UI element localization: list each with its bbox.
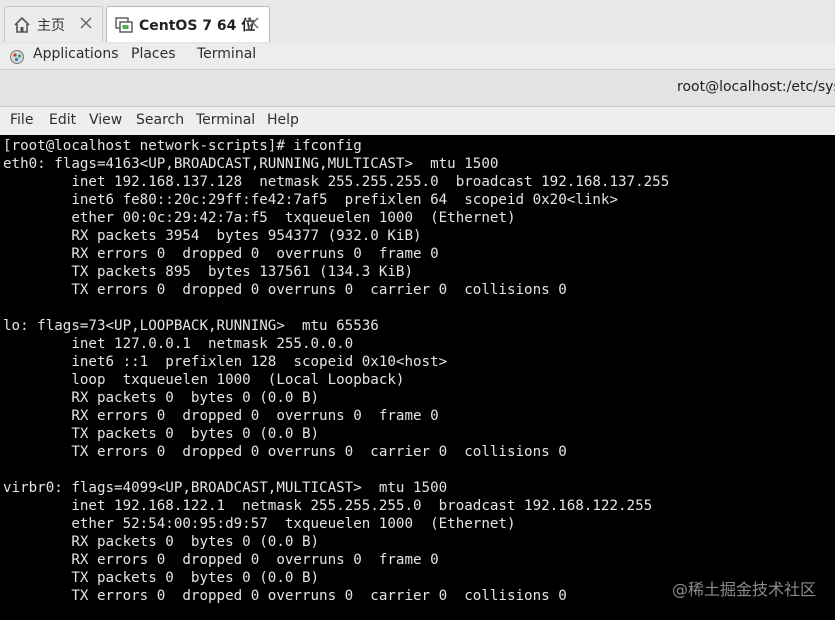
menu-help[interactable]: Help: [267, 112, 299, 128]
host-tab-strip: 主页 CentOS 7 64 位: [0, 0, 835, 45]
terminal-app-menu[interactable]: Terminal: [197, 46, 256, 62]
terminal-line: inet 127.0.0.1 netmask 255.0.0.0: [3, 336, 354, 352]
menu-terminal[interactable]: Terminal: [196, 112, 255, 128]
menu-file[interactable]: File: [10, 112, 33, 128]
terminal-line: RX errors 0 dropped 0 overruns 0 frame 0: [3, 408, 439, 424]
home-icon: [14, 16, 30, 33]
terminal-line: RX packets 0 bytes 0 (0.0 B): [3, 534, 320, 550]
terminal-line: inet6 fe80::20c:29ff:fe42:7af5 prefixlen…: [3, 192, 618, 208]
tab-home[interactable]: 主页: [4, 6, 103, 42]
terminal-line: inet 192.168.137.128 netmask 255.255.255…: [3, 174, 670, 190]
terminal-line: RX errors 0 dropped 0 overruns 0 frame 0: [3, 246, 439, 262]
menu-search[interactable]: Search: [136, 112, 184, 128]
applications-menu[interactable]: Applications: [33, 46, 119, 62]
terminal-output: [root@localhost network-scripts]# ifconf…: [3, 137, 669, 605]
vm-icon: [115, 16, 133, 33]
tab-centos-vm[interactable]: CentOS 7 64 位: [106, 6, 270, 42]
terminal-line: RX packets 3954 bytes 954377 (932.0 KiB): [3, 228, 422, 244]
close-icon[interactable]: [245, 15, 261, 31]
gnome-top-bar: Applications Places Terminal: [0, 44, 835, 70]
terminal-line: RX packets 0 bytes 0 (0.0 B): [3, 390, 320, 406]
terminal-menu-bar: File Edit View Search Terminal Help: [0, 107, 835, 135]
terminal-line: inet6 ::1 prefixlen 128 scopeid 0x10<hos…: [3, 354, 448, 370]
applications-icon: [10, 50, 24, 64]
terminal-line: eth0: flags=4163<UP,BROADCAST,RUNNING,MU…: [3, 156, 499, 172]
terminal-line: virbr0: flags=4099<UP,BROADCAST,MULTICAS…: [3, 480, 448, 496]
terminal-line: [root@localhost network-scripts]# ifconf…: [3, 138, 362, 154]
terminal-line: ether 52:54:00:95:d9:57 txqueuelen 1000 …: [3, 516, 516, 532]
terminal-line: TX packets 0 bytes 0 (0.0 B): [3, 426, 320, 442]
terminal-line: RX errors 0 dropped 0 overruns 0 frame 0: [3, 552, 439, 568]
close-icon[interactable]: [78, 15, 94, 31]
watermark: @稀土掘金技术社区: [671, 580, 816, 599]
window-title: root@localhost:/etc/sys: [677, 79, 835, 95]
menu-edit[interactable]: Edit: [49, 112, 76, 128]
terminal-line: TX errors 0 dropped 0 overruns 0 carrier…: [3, 282, 567, 298]
terminal-line: TX errors 0 dropped 0 overruns 0 carrier…: [3, 444, 567, 460]
terminal-line: ether 00:0c:29:42:7a:f5 txqueuelen 1000 …: [3, 210, 516, 226]
tab-centos-vm-label: CentOS 7 64 位: [139, 17, 256, 34]
terminal-line: TX errors 0 dropped 0 overruns 0 carrier…: [3, 588, 567, 604]
terminal-line: TX packets 0 bytes 0 (0.0 B): [3, 570, 320, 586]
terminal-line: lo: flags=73<UP,LOOPBACK,RUNNING> mtu 65…: [3, 318, 379, 334]
tab-home-label: 主页: [37, 17, 65, 34]
terminal-line: loop txqueuelen 1000 (Local Loopback): [3, 372, 405, 388]
terminal-line: TX packets 895 bytes 137561 (134.3 KiB): [3, 264, 413, 280]
window-title-bar[interactable]: root@localhost:/etc/sys: [0, 70, 835, 107]
menu-view[interactable]: View: [89, 112, 122, 128]
terminal-line: inet 192.168.122.1 netmask 255.255.255.0…: [3, 498, 653, 514]
terminal-view[interactable]: [root@localhost network-scripts]# ifconf…: [0, 135, 835, 620]
places-menu[interactable]: Places: [131, 46, 176, 62]
